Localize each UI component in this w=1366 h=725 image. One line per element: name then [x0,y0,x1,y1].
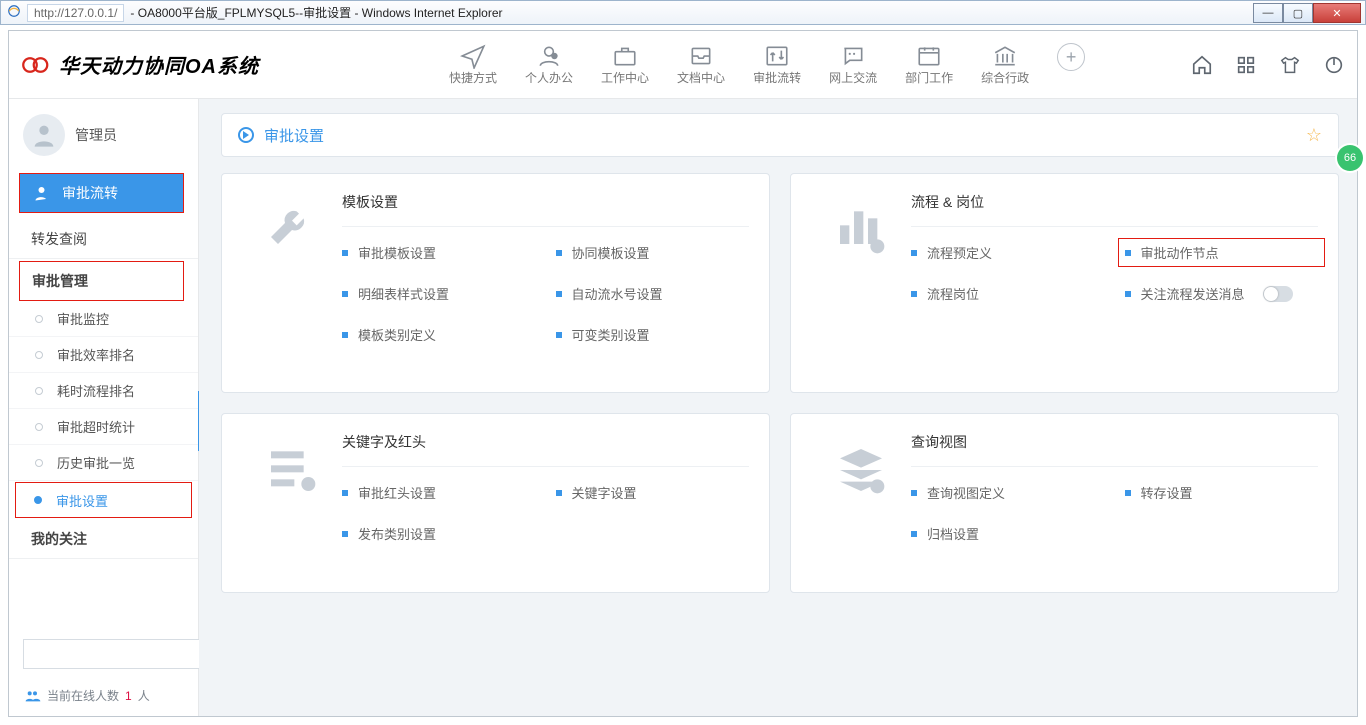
sidebar-submenu: 审批监控 审批效率排名 耗时流程排名 审批超时统计 历史审批一览 审批设置 [9,301,198,519]
calendar-icon [916,43,942,69]
address-bar[interactable]: http://127.0.0.1/ [27,4,124,22]
person-icon [536,43,562,69]
nav-add-button[interactable]: + [1057,43,1085,71]
sidebar: 管理员 审批流转 转发查阅 审批管理 审批监控 审批效率排名 耗时流程排名 审批… [9,99,199,716]
card-title: 流程 & 岗位 [911,192,1318,227]
link-template-set[interactable]: 审批模板设置 [342,243,536,262]
list-gear-icon [264,442,320,498]
app-header: 华天动力协同OA系统 快捷方式 个人办公 工作中心 文档中心 审批流转 网上交流… [9,31,1357,99]
card-views: 查询视图 查询视图定义 转存设置 归档设置 [790,413,1339,593]
link-detail-style[interactable]: 明细表样式设置 [342,284,536,303]
home-icon[interactable] [1191,54,1213,76]
nav-docs[interactable]: 文档中心 [677,43,725,86]
link-keyword[interactable]: 关键字设置 [556,483,750,502]
person-check-icon [34,184,52,202]
sidebar-sub-overtime[interactable]: 审批超时统计 [9,409,198,445]
play-bullet-icon [238,127,254,143]
minimize-button[interactable]: — [1253,3,1283,23]
link-redhead[interactable]: 审批红头设置 [342,483,536,502]
bank-icon [992,43,1018,69]
card-title: 查询视图 [911,432,1318,467]
link-follow-msg[interactable]: 关注流程发送消息 [1125,284,1319,303]
link-flow-post[interactable]: 流程岗位 [911,284,1105,303]
top-nav: 快捷方式 个人办公 工作中心 文档中心 审批流转 网上交流 部门工作 综合行政 … [449,43,1085,86]
card-keywords: 关键字及红头 审批红头设置 关键字设置 发布类别设置 [221,413,770,593]
content-area: 审批设置 ☆ 模板设置 审批模板设置 协同模板设置 明细表样式设置 自动流水号设… [199,99,1357,716]
sidebar-sub-time[interactable]: 耗时流程排名 [9,373,198,409]
link-auto-number[interactable]: 自动流水号设置 [556,284,750,303]
chat-icon [840,43,866,69]
sidebar-sub-settings[interactable]: 审批设置 [15,482,192,518]
link-var-category[interactable]: 可变类别设置 [556,325,750,344]
logo-icon [21,55,51,75]
sidebar-link-manage[interactable]: 审批管理 [19,261,184,301]
logo: 华天动力协同OA系统 [21,50,259,79]
paper-plane-icon [460,43,486,69]
maximize-button[interactable]: ▢ [1283,3,1313,23]
link-archive[interactable]: 归档设置 [911,524,1105,543]
card-template: 模板设置 审批模板设置 协同模板设置 明细表样式设置 自动流水号设置 模板类别定… [221,173,770,393]
sidebar-primary-approval[interactable]: 审批流转 [20,174,183,212]
nav-shortcut[interactable]: 快捷方式 [449,43,497,86]
online-row: 当前在线人数 1人 [9,679,198,716]
shirt-icon[interactable] [1279,54,1301,76]
apps-icon[interactable] [1235,54,1257,76]
link-action-node[interactable]: 审批动作节点 [1118,238,1326,267]
bars-gear-icon [833,202,889,258]
nav-approval[interactable]: 审批流转 [753,43,801,86]
window-titlebar: http://127.0.0.1/ - OA8000平台版_FPLMYSQL5-… [0,0,1366,25]
link-publish-cat[interactable]: 发布类别设置 [342,524,536,543]
user-block: 管理员 [9,99,198,171]
card-title: 模板设置 [342,192,749,227]
power-icon[interactable] [1323,54,1345,76]
people-icon [25,690,41,702]
sidebar-sub-monitor[interactable]: 审批监控 [9,301,198,337]
link-transfer[interactable]: 转存设置 [1125,483,1319,502]
nav-dept[interactable]: 部门工作 [905,43,953,86]
page-title: 审批设置 [264,125,324,146]
flow-icon [764,43,790,69]
logo-text: 华天动力协同OA系统 [59,50,259,79]
user-name: 管理员 [75,125,117,145]
window-title: - OA8000平台版_FPLMYSQL5--审批设置 - Windows In… [130,4,502,21]
sidebar-search-input[interactable] [23,639,217,669]
link-template-category[interactable]: 模板类别定义 [342,325,536,344]
tray-icon [688,43,714,69]
star-icon[interactable]: ☆ [1306,125,1322,146]
sidebar-link-forward[interactable]: 转发查阅 [9,219,198,259]
sidebar-link-follow[interactable]: 我的关注 [9,519,198,559]
sidebar-sub-history[interactable]: 历史审批一览 [9,445,198,481]
briefcase-icon [612,43,638,69]
nav-admin[interactable]: 综合行政 [981,43,1029,86]
notification-badge[interactable]: 66 [1337,145,1363,171]
tools-icon [264,202,320,258]
card-title: 关键字及红头 [342,432,749,467]
card-flow: 流程 & 岗位 流程预定义 审批动作节点 流程岗位 关注流程发送消息 [790,173,1339,393]
nav-work[interactable]: 工作中心 [601,43,649,86]
link-flow-predef[interactable]: 流程预定义 [911,243,1105,262]
link-coop-template[interactable]: 协同模板设置 [556,243,750,262]
layers-gear-icon [833,442,889,498]
sidebar-sub-rank[interactable]: 审批效率排名 [9,337,198,373]
link-view-def[interactable]: 查询视图定义 [911,483,1105,502]
nav-personal[interactable]: 个人办公 [525,43,573,86]
toggle-follow-msg[interactable] [1263,286,1293,302]
ie-icon [7,4,21,21]
avatar [23,114,65,156]
nav-chat[interactable]: 网上交流 [829,43,877,86]
header-tools [1191,54,1345,76]
breadcrumb-bar: 审批设置 ☆ [221,113,1339,157]
app-frame: 华天动力协同OA系统 快捷方式 个人办公 工作中心 文档中心 审批流转 网上交流… [8,30,1358,717]
close-button[interactable]: ✕ [1313,3,1361,23]
